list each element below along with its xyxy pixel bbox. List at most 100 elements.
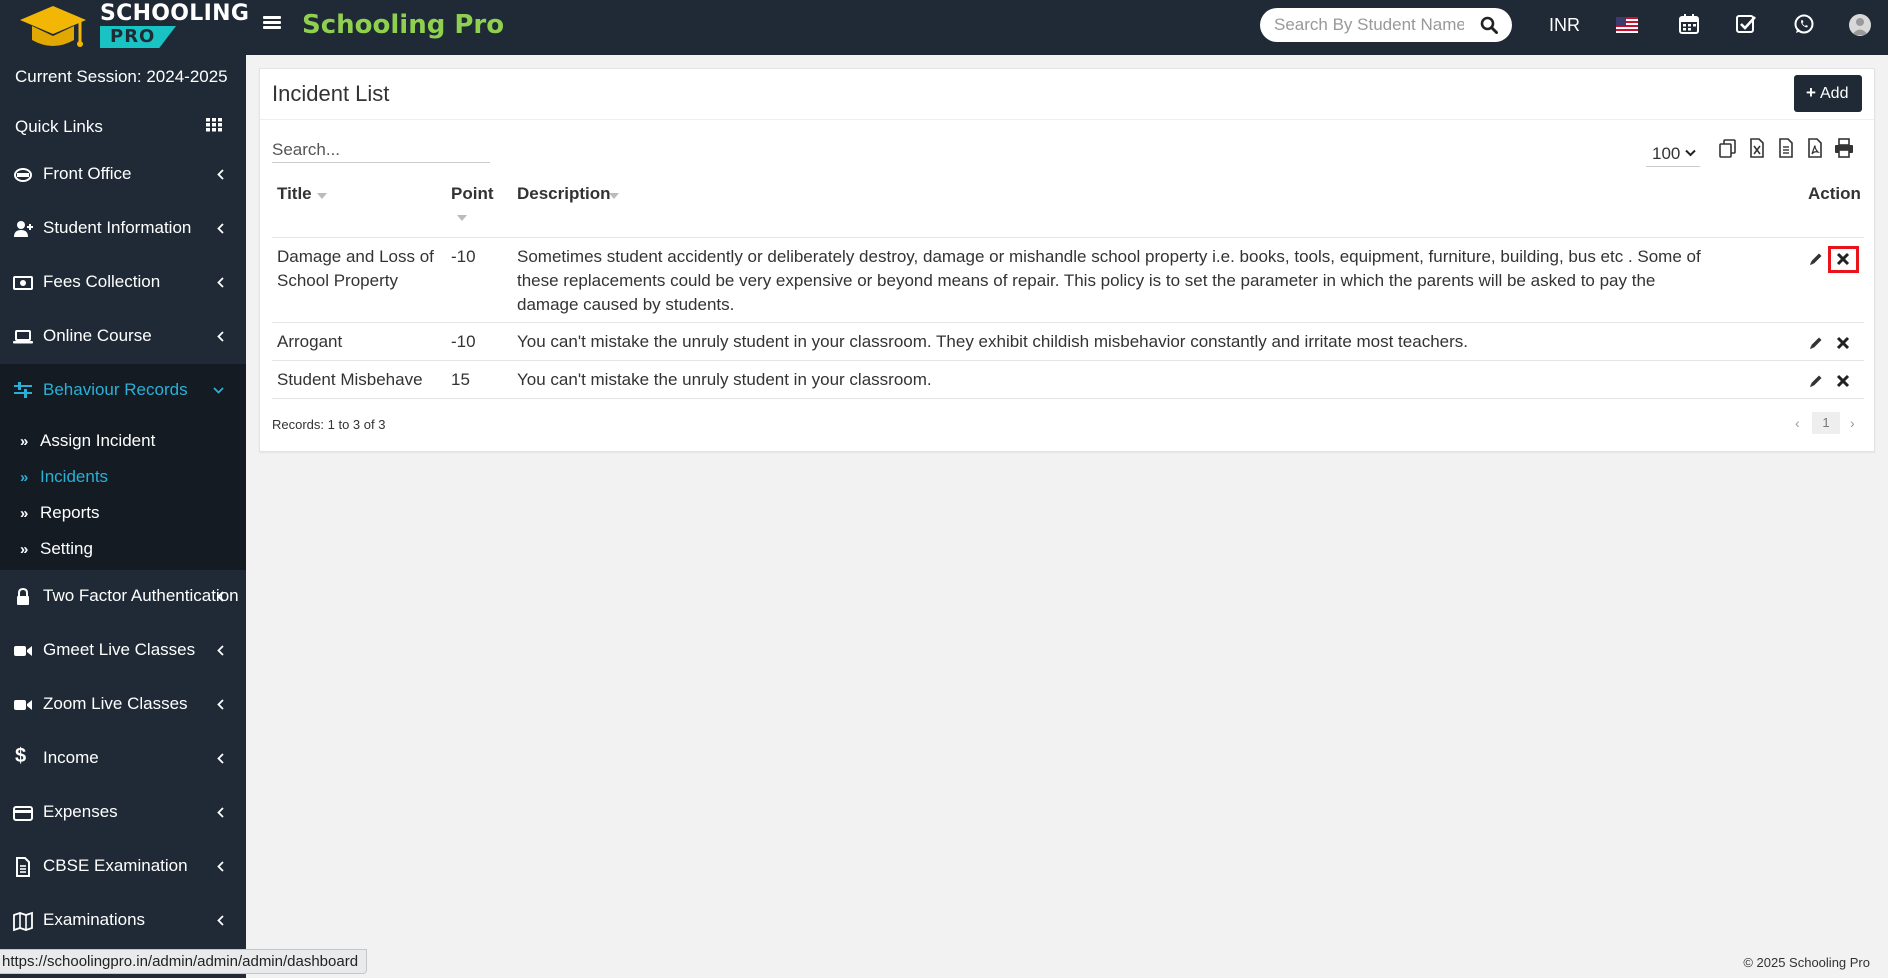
- student-search: [1260, 8, 1512, 42]
- incident-title: Arrogant: [277, 332, 343, 351]
- delete-icon[interactable]: [1835, 373, 1851, 389]
- chevron-left-icon: [217, 753, 224, 764]
- column-header-title[interactable]: Title: [277, 184, 312, 204]
- pagination-page[interactable]: 1: [1812, 412, 1840, 434]
- header-divider: [272, 237, 1864, 238]
- sidebar-subitem-label: Assign Incident: [40, 431, 156, 450]
- divider: [260, 119, 1874, 120]
- student-search-input[interactable]: [1274, 14, 1464, 36]
- edit-icon[interactable]: [1808, 251, 1824, 267]
- sidebar-item-label: Front Office: [43, 164, 132, 183]
- chevron-left-icon: [217, 699, 224, 710]
- page-size-select[interactable]: 100: [1646, 141, 1700, 167]
- sidebar-subitem-label: Reports: [40, 503, 100, 522]
- column-header-point[interactable]: Point: [451, 184, 494, 204]
- csv-icon[interactable]: [1775, 137, 1797, 159]
- app-title: Schooling Pro: [302, 10, 505, 40]
- incident-point: -10: [451, 247, 476, 266]
- pdf-icon[interactable]: [1804, 137, 1826, 159]
- row-divider: [272, 322, 1864, 323]
- sidebar-item-front-office[interactable]: Front Office: [0, 148, 246, 202]
- video-icon: [14, 700, 32, 710]
- sidebar-subitem-setting[interactable]: » Setting: [0, 531, 246, 567]
- sidebar-item-label: Gmeet Live Classes: [43, 640, 196, 659]
- search-icon[interactable]: [1480, 16, 1498, 34]
- chevron-left-icon[interactable]: ‹: [1795, 415, 1800, 431]
- graduation-cap-icon: [20, 6, 86, 47]
- document-icon: [16, 857, 30, 877]
- delete-icon[interactable]: [1835, 335, 1851, 351]
- sidebar-item-fees-collection[interactable]: Fees Collection: [0, 256, 246, 310]
- edit-icon[interactable]: [1808, 335, 1824, 351]
- user-plus-icon: [14, 221, 33, 237]
- sidebar-item-gmeet-live-classes[interactable]: Gmeet Live Classes: [0, 624, 246, 678]
- sidebar-item-two-factor-authentication[interactable]: Two Factor Authentication: [0, 570, 246, 624]
- sidebar-item-cbse-examination[interactable]: CBSE Examination: [0, 840, 246, 894]
- incident-description: You can't mistake the unruly student in …: [517, 370, 932, 389]
- sidebar-item-label: Fees Collection: [43, 272, 161, 291]
- us-flag-icon[interactable]: [1616, 17, 1638, 33]
- current-session: Current Session: 2024-2025: [15, 67, 228, 86]
- row-divider: [272, 398, 1864, 399]
- sidebar-item-expenses[interactable]: Expenses: [0, 786, 246, 840]
- dollar-icon: $: [15, 745, 27, 767]
- chevron-left-icon: [217, 591, 224, 602]
- double-chevron-right-icon: »: [20, 433, 29, 450]
- user-icon: [1852, 18, 1868, 35]
- sidebar-item-behaviour-records[interactable]: Behaviour Records: [0, 364, 246, 418]
- credit-card-icon: [13, 806, 33, 821]
- excel-icon[interactable]: [1746, 137, 1768, 159]
- calendar-icon[interactable]: [1678, 13, 1700, 35]
- sidebar-subitem-reports[interactable]: » Reports: [0, 495, 246, 531]
- selected-action-highlight: [1828, 246, 1859, 273]
- sidebar-item-label: Student Information: [43, 218, 192, 237]
- behaviour-records-submenu: » Assign Incident » Incidents » Reports …: [0, 418, 246, 570]
- currency-selector[interactable]: INR: [1549, 15, 1580, 36]
- table-search-input[interactable]: [272, 137, 490, 163]
- sort-icon[interactable]: [457, 215, 467, 221]
- sidebar-item-examinations[interactable]: Examinations: [0, 894, 246, 948]
- print-icon[interactable]: [1833, 137, 1855, 159]
- whatsapp-icon[interactable]: [1793, 13, 1815, 35]
- plus-icon: +: [1806, 83, 1816, 102]
- incident-description: You can't mistake the unruly student in …: [517, 332, 1468, 351]
- chevron-left-icon: [217, 331, 224, 342]
- column-header-description[interactable]: Description: [517, 184, 611, 204]
- quick-links[interactable]: Quick Links: [0, 106, 246, 146]
- incident-title: Damage and Loss of School Property: [277, 247, 434, 290]
- incident-description: Sometimes student accidently or delibera…: [517, 247, 1701, 314]
- sidebar-item-income[interactable]: $ Income: [0, 732, 246, 786]
- sidebar-item-label: Expenses: [43, 802, 118, 821]
- chevron-left-icon: [217, 861, 224, 872]
- page-size-value: 100: [1652, 144, 1681, 163]
- incident-point: -10: [451, 332, 476, 351]
- sidebar-item-label: CBSE Examination: [43, 856, 188, 875]
- double-chevron-right-icon: »: [20, 505, 29, 522]
- sidebar-subitem-assign-incident[interactable]: » Assign Incident: [0, 423, 246, 459]
- logo[interactable]: SCHOOLING PRO: [14, 0, 249, 55]
- sidebar-menu: Front Office Student Information Fees Co…: [0, 148, 246, 948]
- sidebar-item-online-course[interactable]: Online Course: [0, 310, 246, 364]
- add-button[interactable]: + Add: [1794, 75, 1862, 112]
- records-count: Records: 1 to 3 of 3: [272, 417, 386, 432]
- sidebar: Current Session: 2024-2025 Quick Links F…: [0, 55, 246, 978]
- copy-icon[interactable]: [1717, 137, 1739, 159]
- sidebar-item-zoom-live-classes[interactable]: Zoom Live Classes: [0, 678, 246, 732]
- logo-pro-badge: PRO: [100, 26, 176, 48]
- sort-icon[interactable]: [609, 193, 619, 199]
- sidebar-item-student-information[interactable]: Student Information: [0, 202, 246, 256]
- chevron-left-icon: [217, 223, 224, 234]
- column-header-action: Action: [1808, 184, 1861, 203]
- menu-toggle-icon[interactable]: [263, 14, 281, 32]
- edit-icon[interactable]: [1808, 373, 1824, 389]
- user-avatar[interactable]: [1849, 14, 1871, 36]
- chevron-left-icon: [217, 645, 224, 656]
- incident-list-panel: Incident List + Add 100 Title Point Desc…: [259, 68, 1875, 452]
- map-icon: [13, 911, 33, 931]
- chevron-left-icon: [217, 915, 224, 926]
- sort-icon[interactable]: [317, 193, 327, 199]
- front-office-icon: [14, 168, 32, 182]
- checkbox-icon[interactable]: [1735, 13, 1757, 35]
- sidebar-subitem-incidents[interactable]: » Incidents: [0, 459, 246, 495]
- chevron-right-icon[interactable]: ›: [1850, 415, 1855, 431]
